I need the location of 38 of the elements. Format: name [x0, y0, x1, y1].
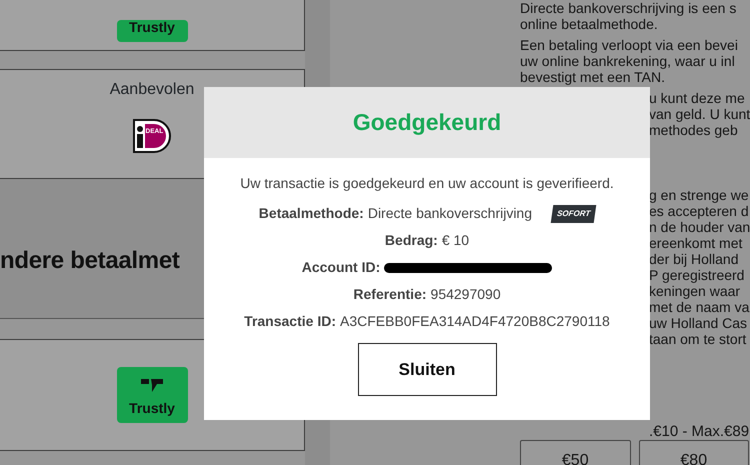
section-heading: ndere betaalmet [0, 246, 180, 276]
close-button[interactable]: Sluiten [358, 343, 496, 396]
info-text: keningen waar [649, 283, 740, 299]
trustly-logo[interactable]: Trustly [116, 367, 188, 423]
detail-label: Referentie: [353, 285, 427, 304]
info-text: methodes geb [649, 122, 738, 138]
info-text: n de houder van [649, 219, 750, 235]
dialog-title: Goedgekeurd [352, 108, 502, 138]
payment-card[interactable]: Trustly [0, 0, 305, 51]
info-text: uw Holland Cas [649, 315, 748, 331]
amount-button[interactable]: €80 [638, 440, 749, 465]
info-text: der bij Holland [649, 251, 738, 267]
info-text: u kunt deze me [649, 90, 745, 106]
detail-value: 954297090 [430, 285, 501, 304]
info-text: ereenkomt met [649, 235, 742, 251]
info-text: taan om te stort [649, 331, 746, 347]
info-text: Directe bankoverschrijving is een s [520, 0, 736, 16]
detail-label: Transactie ID: [244, 312, 336, 331]
info-text: es accepteren d [649, 203, 749, 219]
info-text: g en strenge we [649, 187, 749, 203]
info-text: online betaalmethode. [520, 16, 658, 32]
info-text: P geregistreerd [649, 267, 744, 283]
amount-range-text: .€10 - Max.€89 [649, 423, 750, 440]
recommended-label: Aanbevolen [110, 80, 194, 100]
detail-label: Bedrag: [384, 231, 438, 250]
trustly-logo[interactable]: Trustly [116, 20, 188, 42]
info-text: Een betaling verloopt via een bevei [520, 37, 738, 53]
info-text: van geld. U kunt [649, 106, 750, 122]
sofort-badge: SOFORT [550, 204, 596, 222]
info-text: bevestigt met een TAN. [520, 69, 665, 85]
info-text: met de naam va [649, 299, 750, 315]
detail-value: Directe bankoverschrijving [368, 204, 532, 223]
detail-label: Account ID: [302, 258, 380, 277]
amount-button[interactable]: €50 [520, 440, 630, 465]
detail-label: Betaalmethode: [258, 204, 364, 223]
detail-value: A3CFEBB0FEA314AD4F4720B8C2790118 [340, 312, 610, 331]
info-text: uw online bankrekening, waar u inl [520, 53, 735, 69]
detail-value: € 10 [442, 231, 470, 250]
